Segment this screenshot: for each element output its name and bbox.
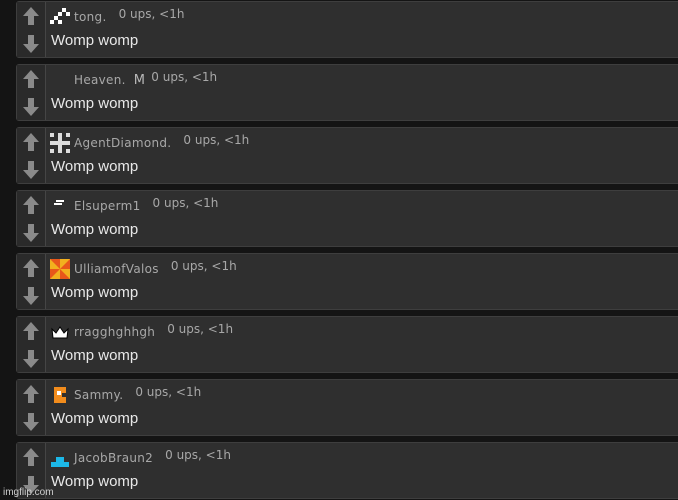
username-link[interactable]: tong. bbox=[74, 10, 107, 24]
upvote-arrow-icon[interactable] bbox=[21, 320, 41, 342]
comment: JacobBraun2 0 ups, <1h Womp womp bbox=[16, 442, 678, 499]
username-link[interactable]: UlliamofValos bbox=[74, 262, 159, 276]
comment: tong. 0 ups, <1h Womp womp bbox=[16, 1, 678, 58]
comment-text: Womp womp bbox=[51, 221, 139, 238]
vote-column bbox=[17, 128, 46, 183]
orange-block-avatar-icon[interactable] bbox=[49, 384, 71, 406]
comment-text: Womp womp bbox=[51, 284, 139, 301]
downvote-arrow-icon[interactable] bbox=[21, 222, 41, 244]
comment-text: Womp womp bbox=[51, 347, 139, 364]
upvote-arrow-icon[interactable] bbox=[21, 383, 41, 405]
comment-meta: 0 ups, <1h bbox=[167, 322, 234, 336]
comment-meta: 0 ups, <1h bbox=[165, 448, 231, 462]
pinwheel-avatar-icon[interactable] bbox=[49, 258, 71, 280]
vote-column bbox=[17, 317, 46, 372]
downvote-arrow-icon[interactable] bbox=[21, 96, 41, 118]
comment-text: Womp womp bbox=[51, 32, 139, 49]
comment: UlliamofValos 0 ups, <1h Womp womp bbox=[16, 253, 678, 310]
comment-meta: 0 ups, <1h bbox=[118, 7, 185, 21]
username-link[interactable]: rragghghhgh bbox=[74, 325, 155, 339]
upvote-arrow-icon[interactable] bbox=[21, 194, 41, 216]
pixel-avatar-icon[interactable] bbox=[49, 132, 71, 154]
downvote-arrow-icon[interactable] bbox=[21, 348, 41, 370]
username-link[interactable]: Elsuperm1 bbox=[74, 199, 141, 213]
vote-column bbox=[17, 254, 46, 309]
user-flair: M bbox=[133, 72, 146, 88]
comment-text: Womp womp bbox=[51, 410, 139, 427]
upvote-arrow-icon[interactable] bbox=[21, 257, 41, 279]
comment: Elsuperm1 0 ups, <1h Womp womp bbox=[16, 190, 678, 247]
downvote-arrow-icon[interactable] bbox=[21, 285, 41, 307]
comment-text: Womp womp bbox=[51, 158, 139, 175]
upvote-arrow-icon[interactable] bbox=[21, 68, 41, 90]
upvote-arrow-icon[interactable] bbox=[21, 446, 41, 468]
vote-column bbox=[17, 65, 46, 120]
vote-column bbox=[17, 191, 46, 246]
username-link[interactable]: JacobBraun2 bbox=[74, 451, 153, 465]
comment-meta: 0 ups, <1h bbox=[170, 259, 237, 273]
username-link[interactable]: AgentDiamond. bbox=[74, 136, 171, 150]
comment: rragghghhgh 0 ups, <1h Womp womp bbox=[16, 316, 678, 373]
blue-hat-avatar-icon[interactable] bbox=[49, 447, 71, 469]
comment: Heaven. M 0 ups, <1h Womp womp bbox=[16, 64, 678, 121]
imgflip-watermark: imgflip.com bbox=[3, 487, 54, 498]
comment-meta: 0 ups, <1h bbox=[151, 70, 218, 84]
pixel-avatar-icon[interactable] bbox=[49, 6, 71, 28]
crown-avatar-icon[interactable] bbox=[49, 321, 71, 343]
comment-meta: 0 ups, <1h bbox=[183, 133, 250, 147]
comment: Sammy. 0 ups, <1h Womp womp bbox=[16, 379, 678, 436]
downvote-arrow-icon[interactable] bbox=[21, 33, 41, 55]
comment-text: Womp womp bbox=[51, 473, 139, 490]
downvote-arrow-icon[interactable] bbox=[21, 159, 41, 181]
vote-column bbox=[17, 380, 46, 435]
comment-meta: 0 ups, <1h bbox=[152, 196, 219, 210]
comment-meta: 0 ups, <1h bbox=[135, 385, 202, 399]
comment: AgentDiamond. 0 ups, <1h Womp womp bbox=[16, 127, 678, 184]
avatar[interactable] bbox=[49, 69, 71, 91]
comment-text: Womp womp bbox=[51, 95, 139, 112]
downvote-arrow-icon[interactable] bbox=[21, 411, 41, 433]
dash-avatar-icon[interactable] bbox=[49, 195, 71, 217]
vote-column bbox=[17, 2, 46, 57]
username-link[interactable]: Heaven. bbox=[74, 73, 126, 87]
username-link[interactable]: Sammy. bbox=[74, 388, 123, 402]
upvote-arrow-icon[interactable] bbox=[21, 5, 41, 27]
upvote-arrow-icon[interactable] bbox=[21, 131, 41, 153]
